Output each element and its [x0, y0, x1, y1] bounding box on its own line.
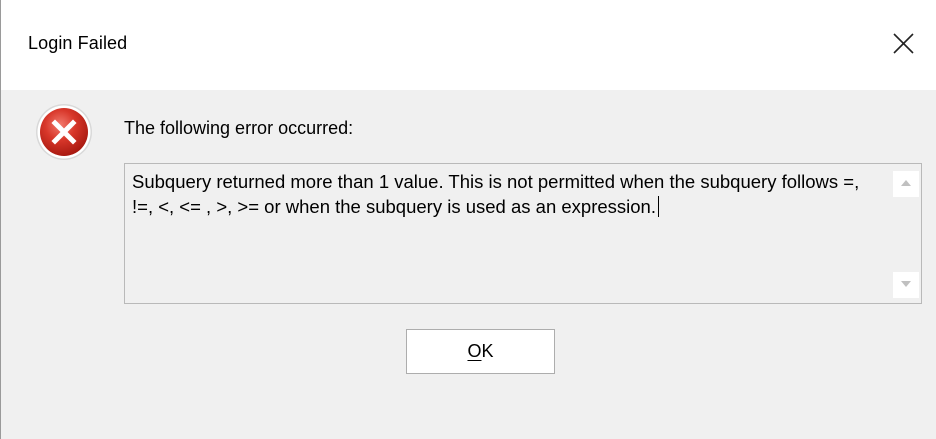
scroll-up-arrow-icon — [901, 180, 911, 186]
error-dialog: Login Failed The following error occurre… — [0, 0, 936, 439]
scroll-down-button[interactable] — [893, 272, 919, 298]
ok-button[interactable]: OK — [406, 329, 555, 374]
vertical-scrollbar[interactable] — [890, 165, 920, 302]
text-caret — [657, 196, 660, 217]
error-message: The following error occurred: — [124, 118, 354, 138]
scroll-down-arrow-icon — [901, 281, 911, 287]
error-detail-textbox[interactable]: Subquery returned more than 1 value. Thi… — [124, 163, 922, 304]
error-detail-text: Subquery returned more than 1 value. Thi… — [132, 169, 884, 219]
close-icon — [893, 33, 914, 54]
scroll-up-button[interactable] — [893, 171, 919, 197]
ok-mnemonic: O — [467, 341, 482, 361]
ok-label-rest: K — [481, 341, 494, 361]
error-icon — [36, 104, 92, 160]
error-detail-content: Subquery returned more than 1 value. Thi… — [132, 171, 860, 217]
close-button[interactable] — [881, 24, 927, 64]
title-bar: Login Failed — [1, 0, 936, 90]
window-title: Login Failed — [28, 33, 128, 53]
